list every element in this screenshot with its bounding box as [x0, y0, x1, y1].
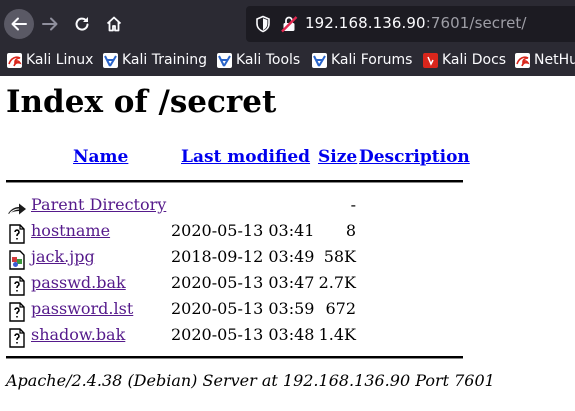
file-modified: 2020-05-13 03:41 [171, 221, 315, 240]
file-size: 672 [325, 299, 356, 318]
header-divider [6, 180, 463, 183]
page-title: Index of /secret [6, 84, 277, 120]
file-link[interactable]: password.lst [31, 299, 133, 318]
url-path: :7601/secret/ [425, 14, 527, 32]
file-link[interactable]: jack.jpg [31, 247, 95, 266]
footer-divider [6, 356, 463, 359]
listing-row-parent: Parent Directory - [0, 195, 575, 219]
sort-by-modified-link[interactable]: Last modified [181, 147, 310, 167]
bookmark-kali-forums[interactable]: Kali Forums [312, 50, 412, 70]
bookmark-kali-tools[interactable]: Kali Tools [217, 50, 300, 70]
text-file-icon [9, 224, 25, 244]
sort-by-size-link[interactable]: Size [318, 147, 357, 167]
kali-training-icon [103, 52, 118, 68]
unknown-file-icon [9, 302, 25, 322]
image-file-icon [9, 250, 25, 270]
bookmarks-toolbar: Kali Linux Kali Training Kali Tools Kali… [0, 46, 575, 74]
back-arrow-icon [11, 17, 27, 31]
file-modified: 2020-05-13 03:47 [171, 273, 315, 292]
file-link[interactable]: passwd.bak [31, 273, 126, 292]
home-icon [106, 16, 122, 32]
kali-docs-icon [423, 52, 438, 68]
home-button[interactable] [99, 9, 129, 39]
reload-button[interactable] [67, 9, 97, 39]
nethunter-icon [515, 52, 530, 68]
listing-row: jack.jpg 2018-09-12 03:49 58K [0, 247, 575, 271]
bookmark-nethunter[interactable]: NetHu [515, 50, 575, 70]
listing-row: password.lst 2020-05-13 03:59 672 [0, 299, 575, 323]
shield-icon[interactable] [254, 15, 272, 33]
unknown-file-icon [9, 276, 25, 296]
kali-forums-icon [312, 52, 327, 68]
listing-row: passwd.bak 2020-05-13 03:47 2.7K [0, 273, 575, 297]
bookmark-label: Kali Docs [442, 52, 507, 68]
url-host: 192.168.136.90 [305, 14, 426, 32]
file-size: 1.4K [318, 325, 356, 344]
file-size: - [350, 195, 356, 214]
file-modified: 2020-05-13 03:48 [171, 325, 315, 344]
bookmark-kali-docs[interactable]: Kali Docs [423, 50, 506, 70]
back-button[interactable] [4, 9, 34, 39]
file-modified: 2018-09-12 03:49 [171, 247, 315, 266]
listing-row: hostname 2020-05-13 03:41 8 [0, 221, 575, 245]
file-link[interactable]: shadow.bak [31, 325, 125, 344]
kali-tools-icon [217, 52, 232, 68]
unknown-file-icon [9, 328, 25, 348]
bookmark-kali-training[interactable]: Kali Training [103, 50, 207, 70]
kali-dragon-icon [7, 52, 22, 68]
listing-row: shadow.bak 2020-05-13 03:48 1.4K [0, 325, 575, 349]
server-signature: Apache/2.4.38 (Debian) Server at 192.168… [6, 371, 495, 390]
sort-by-description-link[interactable]: Description [359, 147, 470, 167]
back-folder-icon [8, 203, 26, 215]
sort-by-name-link[interactable]: Name [73, 147, 128, 167]
bookmark-label: Kali Tools [236, 52, 301, 68]
forward-arrow-icon [42, 17, 58, 31]
reload-icon [75, 17, 89, 31]
file-size: 2.7K [318, 273, 356, 292]
browser-toolbar: 192.168.136.90:7601/secret/ Kali Linux K… [0, 0, 575, 76]
bookmark-label: Kali Linux [26, 52, 94, 68]
file-size: 58K [323, 247, 356, 266]
address-bar[interactable]: 192.168.136.90:7601/secret/ [246, 6, 575, 42]
file-size: 8 [345, 221, 356, 240]
url-text: 192.168.136.90:7601/secret/ [305, 14, 527, 32]
forward-button[interactable] [35, 9, 65, 39]
bookmark-label: NetHu [534, 52, 575, 68]
bookmark-label: Kali Training [122, 52, 207, 68]
bookmark-kali-linux[interactable]: Kali Linux [7, 50, 93, 70]
bookmark-label: Kali Forums [331, 52, 413, 68]
file-modified: 2020-05-13 03:59 [171, 299, 315, 318]
insecure-lock-icon[interactable] [280, 15, 298, 33]
file-link[interactable]: hostname [31, 221, 110, 240]
parent-directory-link[interactable]: Parent Directory [31, 195, 166, 214]
